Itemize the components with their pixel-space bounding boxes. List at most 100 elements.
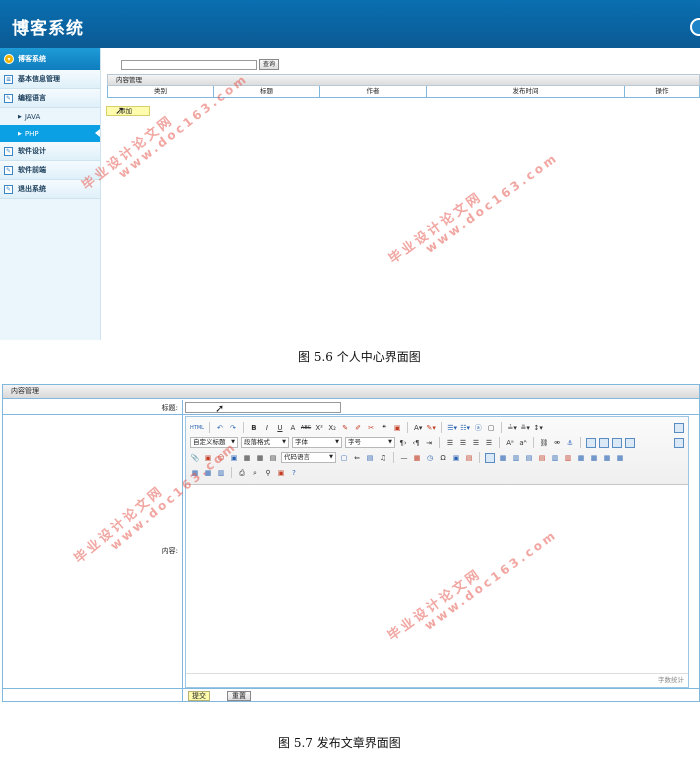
unordered-list-icon[interactable]: ☷▾ <box>460 423 470 433</box>
sidebar-header[interactable]: ▾ 博客系统 <box>0 48 100 70</box>
add-button[interactable]: 添加 <box>106 106 150 116</box>
image-right-icon[interactable] <box>612 437 622 448</box>
separator <box>501 422 503 433</box>
align-center-icon[interactable]: ☰ <box>458 438 468 448</box>
insert-row-icon[interactable]: ▤ <box>524 453 534 463</box>
ordered-list-icon[interactable]: ☰▾ <box>447 423 457 433</box>
paragraph-format-select[interactable]: 段落格式 ▼ <box>241 437 289 448</box>
sidebar-item-label: 软件前端 <box>18 166 46 174</box>
merge-right-icon[interactable]: ▦ <box>589 453 599 463</box>
fullscreen-icon[interactable] <box>674 422 684 433</box>
search-button[interactable]: 查询 <box>259 59 280 70</box>
chevron-down-icon: ▼ <box>388 439 392 445</box>
code-language-select[interactable]: 代码语言 ▼ <box>281 452 336 463</box>
merge-cells-icon[interactable]: ▦ <box>576 453 586 463</box>
bold-icon[interactable]: B <box>249 423 259 433</box>
row-spacing-top-icon[interactable]: ≟▾ <box>507 423 517 433</box>
music-icon[interactable]: ♫ <box>378 453 388 463</box>
sidebar-item-languages[interactable]: ✎ 编程语言 <box>0 89 100 108</box>
list-icon: ≡ <box>4 74 13 84</box>
unlink-icon[interactable]: ⚮ <box>552 438 562 448</box>
italic-icon[interactable]: I <box>262 423 272 433</box>
template-icon[interactable]: ⇐ <box>352 453 362 463</box>
date-icon[interactable]: ▦ <box>412 453 422 463</box>
split-cells-icon[interactable]: ▦ <box>615 453 625 463</box>
superscript-icon[interactable]: X² <box>314 423 324 433</box>
background-icon[interactable]: ▤ <box>365 453 375 463</box>
chart-icon[interactable]: ▥ <box>216 468 226 478</box>
chevron-down-icon: ▼ <box>329 454 333 460</box>
rtl-icon[interactable]: ‹¶ <box>411 438 421 448</box>
separator <box>208 422 210 433</box>
image-center-icon[interactable] <box>625 437 635 448</box>
align-justify-icon[interactable]: ☰ <box>484 438 494 448</box>
special-chars-icon[interactable]: Ω <box>438 453 448 463</box>
clear-format-icon[interactable]: ▣ <box>392 423 402 433</box>
preview-icon[interactable] <box>674 437 684 448</box>
insert-frame-icon[interactable]: ▢ <box>339 453 349 463</box>
sidebar-item-basic-info[interactable]: ≡ 基本信息管理 <box>0 70 100 89</box>
insert-table-icon[interactable] <box>485 452 495 463</box>
preview-search-icon[interactable]: ⌕ <box>250 468 260 478</box>
underline-icon[interactable]: U <box>275 423 285 433</box>
link-icon[interactable]: ⛓ <box>539 438 549 448</box>
map-icon[interactable]: ▦ <box>242 453 252 463</box>
sidebar-item-software-design[interactable]: ✎ 软件设计 <box>0 142 100 161</box>
sidebar-item-label: 编程语言 <box>18 94 46 102</box>
delete-table-icon[interactable]: ▦ <box>498 453 508 463</box>
auto-typeset-icon[interactable]: ✐ <box>353 423 363 433</box>
ltr-icon[interactable]: ¶› <box>398 438 408 448</box>
row-spacing-bottom-icon[interactable]: ≞▾ <box>520 423 530 433</box>
font-family-select[interactable]: 字体 ▼ <box>292 437 342 448</box>
content-label: 内容: <box>161 547 178 555</box>
sidebar-item-label: 基本信息管理 <box>18 75 60 83</box>
horizontal-rule-icon[interactable]: — <box>399 453 409 463</box>
quote-icon[interactable]: ❝ <box>379 423 389 433</box>
edit-icon: ✎ <box>4 146 13 156</box>
align-right-icon[interactable]: ☰ <box>471 438 481 448</box>
insert-col-icon[interactable]: ▥ <box>550 453 560 463</box>
html-source-button[interactable]: HTML <box>190 423 204 433</box>
font-size-select[interactable]: 字号 ▼ <box>345 437 395 448</box>
sidebar-subitem-java[interactable]: ▶ JAVA <box>0 108 100 125</box>
gmap-icon[interactable]: ▦ <box>255 453 265 463</box>
font-border-icon[interactable]: A <box>288 423 298 433</box>
uppercase-icon[interactable]: Aᵃ <box>505 438 515 448</box>
help-icon[interactable]: ? <box>289 468 299 478</box>
merge-down-icon[interactable]: ▦ <box>602 453 612 463</box>
paste-plain-icon[interactable]: ✂ <box>366 423 376 433</box>
sidebar-subitem-php[interactable]: ▶ PHP <box>0 125 100 142</box>
submit-button[interactable]: 提交 <box>188 691 210 701</box>
row-divider <box>3 414 700 415</box>
reset-button[interactable]: 重置 <box>227 691 251 701</box>
align-left-icon[interactable]: ☰ <box>445 438 455 448</box>
insert-paragraph-icon[interactable]: ▥ <box>511 453 521 463</box>
strikethrough-icon[interactable]: ABC <box>301 423 311 433</box>
line-height-icon[interactable]: ↕▾ <box>533 423 543 433</box>
snapshot-icon[interactable]: ▣ <box>451 453 461 463</box>
time-icon[interactable]: ◷ <box>425 453 435 463</box>
clear-document-icon[interactable]: ▢ <box>486 423 496 433</box>
drafts-icon[interactable]: ▣ <box>276 468 286 478</box>
search-replace-icon[interactable]: ⚲ <box>263 468 273 478</box>
lowercase-icon[interactable]: aᴬ <box>518 438 528 448</box>
editor-content-area[interactable] <box>186 485 688 673</box>
redo-icon[interactable]: ↷ <box>228 423 238 433</box>
image-none-icon[interactable] <box>586 437 596 448</box>
background-color-icon[interactable]: ✎▾ <box>426 423 436 433</box>
subscript-icon[interactable]: X₂ <box>327 423 337 433</box>
iframe-icon[interactable]: ▤ <box>268 453 278 463</box>
anchor-icon[interactable]: ⚓ <box>565 438 575 448</box>
title-input[interactable] <box>185 402 341 413</box>
delete-row-icon[interactable]: ▤ <box>537 453 547 463</box>
font-color-icon[interactable]: A▾ <box>413 423 423 433</box>
format-match-icon[interactable]: ✎ <box>340 423 350 433</box>
wordimage-icon[interactable]: ▤ <box>464 453 474 463</box>
image-left-icon[interactable] <box>599 437 609 448</box>
select-all-icon[interactable]: ⓐ <box>473 423 483 433</box>
indent-icon[interactable]: ⇥ <box>424 438 434 448</box>
rich-text-editor[interactable]: HTML ↶ ↷ B I U A ABC X² X₂ ✎ ✐ ✂ ❝ ▣ A▾ … <box>185 416 689 688</box>
column-header-author: 作者 <box>320 86 427 98</box>
print-icon[interactable]: ⎙ <box>237 468 247 478</box>
delete-col-icon[interactable]: ▥ <box>563 453 573 463</box>
